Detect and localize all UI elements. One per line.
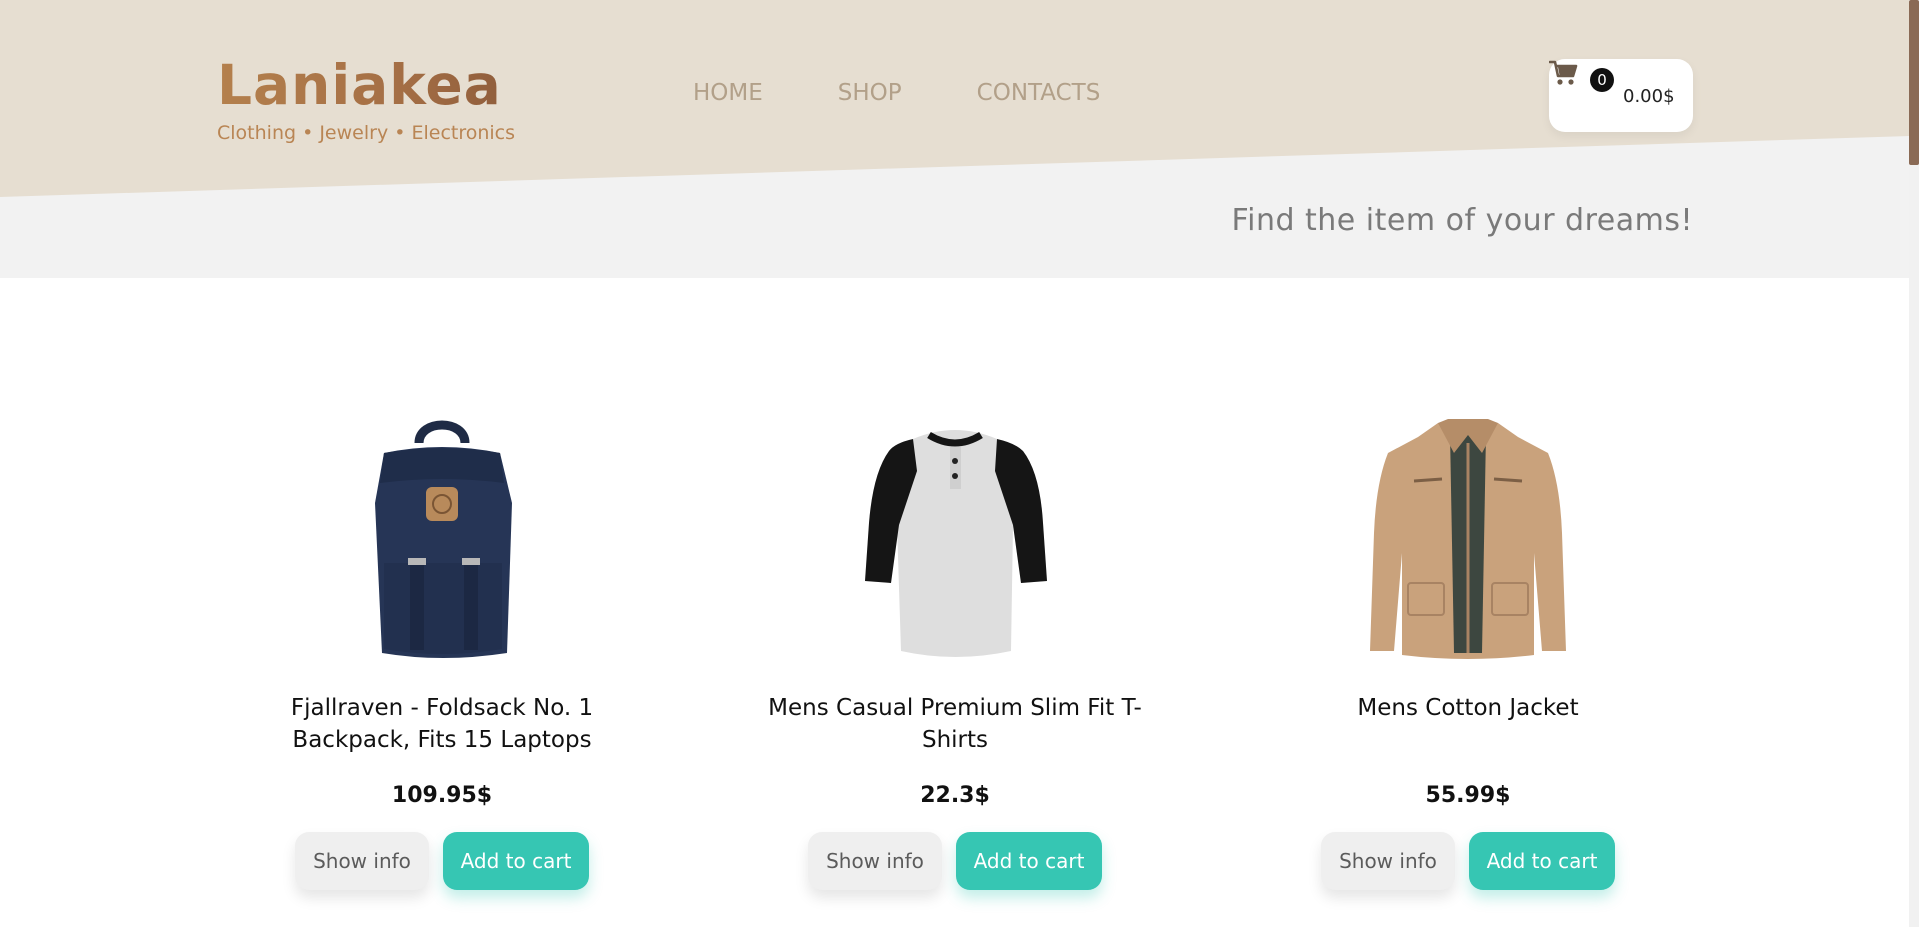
cart-count-badge: 0 bbox=[1590, 68, 1614, 92]
nav-contacts[interactable]: CONTACTS bbox=[977, 80, 1101, 106]
header: Laniakea Clothing • Jewelry • Electronic… bbox=[0, 0, 1909, 278]
cart-button[interactable]: 0 0.00$ bbox=[1549, 59, 1693, 132]
product-price: 55.99$ bbox=[1425, 783, 1511, 808]
add-to-cart-button[interactable]: Add to cart bbox=[956, 832, 1102, 890]
product-actions: Show info Add to cart bbox=[1258, 832, 1678, 890]
beige-jacket-image bbox=[1370, 419, 1566, 659]
brand-name: Laniakea bbox=[217, 50, 515, 120]
nav-shop[interactable]: SHOP bbox=[838, 80, 902, 106]
hero-tagline: Find the item of your dreams! bbox=[1231, 203, 1693, 238]
product-title: Mens Casual Premium Slim Fit T-Shirts bbox=[768, 695, 1142, 753]
show-info-button[interactable]: Show info bbox=[808, 832, 942, 890]
product-title: Mens Cotton Jacket bbox=[1357, 695, 1579, 721]
raglan-tshirt-image bbox=[865, 430, 1047, 657]
product-title: Fjallraven - Foldsack No. 1 Backpack, Fi… bbox=[290, 695, 594, 753]
navy-backpack-image bbox=[375, 420, 512, 658]
add-to-cart-button[interactable]: Add to cart bbox=[1469, 832, 1615, 890]
add-to-cart-button[interactable]: Add to cart bbox=[443, 832, 589, 890]
page-scrollbar[interactable] bbox=[1909, 0, 1919, 927]
page: Laniakea Clothing • Jewelry • Electronic… bbox=[0, 0, 1909, 927]
scrollbar-thumb[interactable] bbox=[1909, 0, 1919, 165]
show-info-button[interactable]: Show info bbox=[295, 832, 429, 890]
product-price: 22.3$ bbox=[920, 783, 990, 808]
shopping-cart-icon bbox=[1549, 60, 1578, 85]
brand-logo[interactable]: Laniakea Clothing • Jewelry • Electronic… bbox=[217, 50, 515, 144]
show-info-button[interactable]: Show info bbox=[1321, 832, 1455, 890]
product-actions: Show info Add to cart bbox=[745, 832, 1165, 890]
cart-total: 0.00$ bbox=[1623, 86, 1675, 107]
product-price: 109.95$ bbox=[391, 783, 493, 808]
nav-home[interactable]: HOME bbox=[693, 80, 763, 106]
product-actions: Show info Add to cart bbox=[232, 832, 652, 890]
main-nav: HOME SHOP CONTACTS bbox=[693, 80, 1100, 106]
brand-tagline: Clothing • Jewelry • Electronics bbox=[217, 122, 516, 144]
